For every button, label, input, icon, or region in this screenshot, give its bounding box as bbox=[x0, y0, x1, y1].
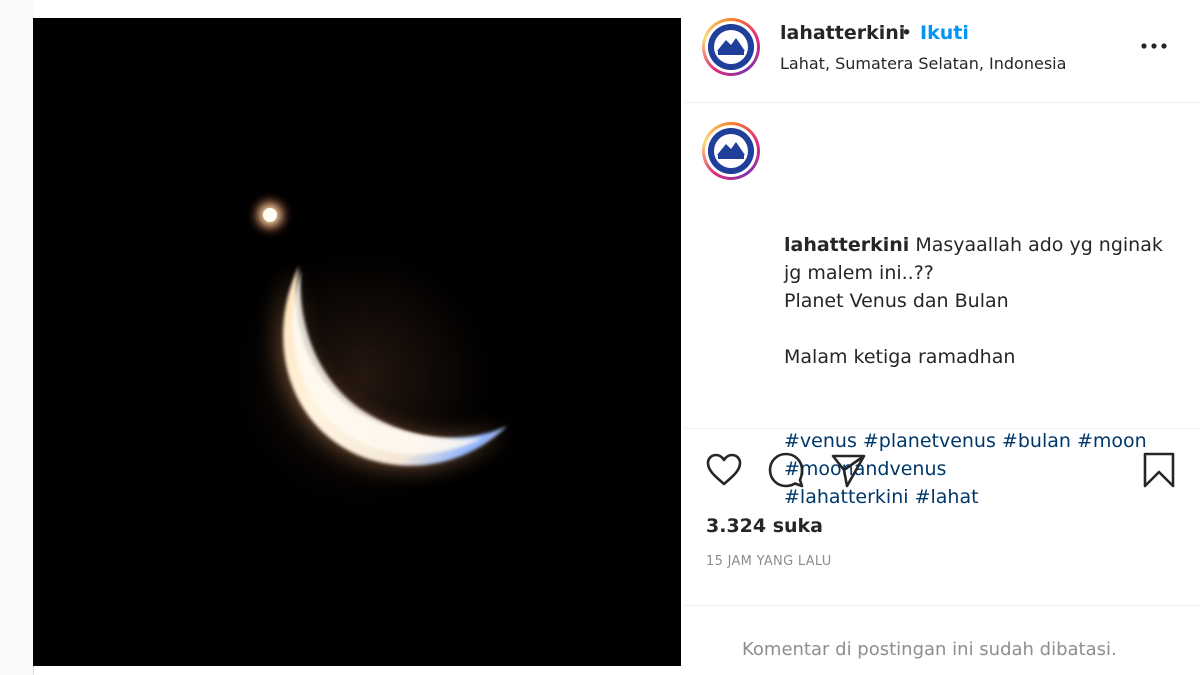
top-strip bbox=[33, 0, 681, 18]
comments-limited-note: Komentar di postingan ini sudah dibatasi… bbox=[742, 639, 1117, 660]
follow-button[interactable]: Ikuti bbox=[920, 22, 969, 44]
post-timestamp[interactable]: 15 JAM YANG LALU bbox=[706, 554, 832, 569]
heart-icon[interactable] bbox=[704, 450, 744, 490]
comment-icon[interactable] bbox=[766, 450, 806, 490]
more-horizontal-icon[interactable] bbox=[1139, 36, 1169, 56]
separator-dot: • bbox=[901, 22, 913, 44]
caption-section: lahatterkini Masyaallah ado yg nginak jg… bbox=[684, 103, 1200, 508]
caption-line: Masyaallah ado yg nginak bbox=[915, 234, 1163, 256]
location-link[interactable]: Lahat, Sumatera Selatan, Indonesia bbox=[780, 54, 1066, 73]
caption-line: Planet Venus dan Bulan bbox=[784, 290, 1009, 312]
lahatterkini-logo-icon bbox=[708, 24, 754, 70]
paper-plane-icon[interactable] bbox=[828, 450, 868, 490]
lahatterkini-logo-icon bbox=[708, 128, 754, 174]
caption-avatar[interactable] bbox=[702, 122, 760, 180]
caption-text: lahatterkini Masyaallah ado yg nginak jg… bbox=[784, 231, 1184, 371]
avatar[interactable] bbox=[702, 18, 760, 76]
caption-line: Malam ketiga ramadhan bbox=[784, 346, 1016, 368]
username-link[interactable]: lahatterkini bbox=[780, 22, 905, 44]
caption-line: jg malem ini..?? bbox=[784, 262, 934, 284]
bookmark-icon[interactable] bbox=[1139, 450, 1179, 490]
likes-count[interactable]: 3.324 suka bbox=[706, 515, 823, 537]
post-image[interactable] bbox=[33, 18, 681, 666]
moon-venus-photo bbox=[33, 18, 681, 666]
comments-section: Komentar di postingan ini sudah dibatasi… bbox=[684, 605, 1200, 675]
caption-username[interactable]: lahatterkini bbox=[784, 234, 909, 256]
post-side-panel: lahatterkini • Ikuti Lahat, Sumatera Sel… bbox=[684, 0, 1200, 675]
post-header: lahatterkini • Ikuti Lahat, Sumatera Sel… bbox=[684, 0, 1200, 103]
action-bar bbox=[684, 430, 1200, 510]
